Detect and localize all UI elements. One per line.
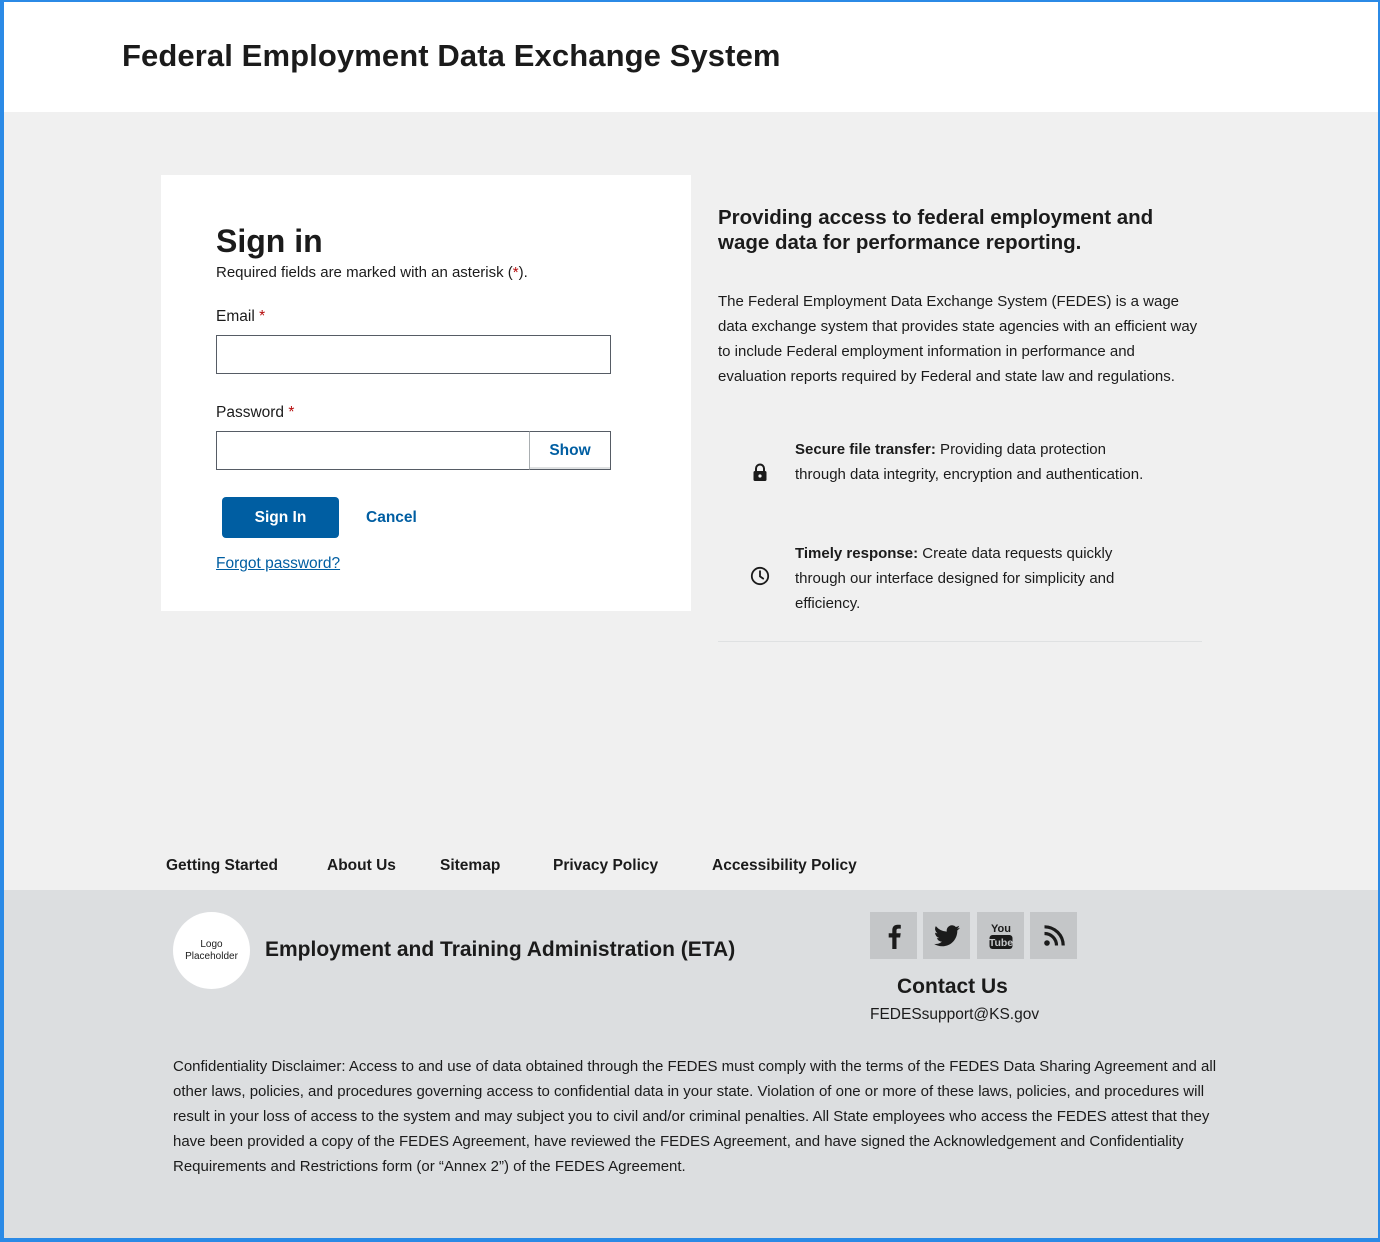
logo-placeholder: Logo Placeholder	[173, 912, 250, 989]
cancel-link[interactable]: Cancel	[366, 509, 417, 527]
info-panel: Providing access to federal employment a…	[718, 205, 1202, 612]
info-description: The Federal Employment Data Exchange Sys…	[718, 293, 1198, 385]
email-label: Email *	[216, 308, 265, 326]
signin-heading: Sign in	[216, 223, 323, 259]
footer-link-getting-started[interactable]: Getting Started	[166, 857, 278, 875]
password-label-text: Password	[216, 404, 285, 421]
footer-link-about-us[interactable]: About Us	[327, 857, 396, 875]
required-note-prefix: Required fields are marked with an aster…	[216, 264, 513, 281]
clock-icon	[750, 566, 770, 586]
required-note-suffix: ).	[518, 264, 528, 281]
lock-icon	[750, 462, 770, 482]
sign-in-button[interactable]: Sign In	[222, 497, 339, 538]
rss-icon[interactable]	[1030, 912, 1077, 959]
required-note: Required fields are marked with an aster…	[216, 264, 528, 281]
password-label: Password *	[216, 404, 294, 422]
forgot-password-link[interactable]: Forgot password?	[216, 555, 340, 573]
footer-link-accessibility-policy[interactable]: Accessibility Policy	[712, 857, 857, 875]
show-password-button[interactable]: Show	[529, 431, 611, 470]
footer-link-sitemap[interactable]: Sitemap	[440, 857, 500, 875]
contact-email[interactable]: FEDESsupport@KS.gov	[870, 1006, 1039, 1024]
feature-text: Timely response: Create data requests qu…	[795, 541, 1155, 616]
info-divider	[718, 641, 1202, 642]
footer-link-privacy-policy[interactable]: Privacy Policy	[553, 857, 658, 875]
agency-name: Employment and Training Administration (…	[265, 938, 736, 961]
twitter-icon[interactable]	[923, 912, 970, 959]
feature-title: Secure file transfer:	[795, 441, 936, 458]
info-heading: Providing access to federal employment a…	[718, 206, 1154, 254]
email-label-text: Email	[216, 308, 255, 325]
site-footer: Logo Placeholder Employment and Training …	[0, 890, 1380, 1242]
email-required-asterisk: *	[259, 308, 266, 325]
svg-text:You: You	[991, 923, 1011, 935]
contact-title: Contact Us	[897, 975, 1008, 998]
password-required-asterisk: *	[288, 404, 295, 421]
signin-card: Sign in Required fields are marked with …	[161, 175, 691, 611]
svg-text:Tube: Tube	[988, 937, 1012, 949]
password-field[interactable]	[216, 431, 530, 470]
site-header: Federal Employment Data Exchange System	[0, 0, 1380, 112]
email-field[interactable]	[216, 335, 611, 374]
site-title: Federal Employment Data Exchange System	[122, 38, 781, 73]
facebook-icon[interactable]	[870, 912, 917, 959]
feature-text: Secure file transfer: Providing data pro…	[795, 437, 1155, 487]
youtube-icon[interactable]: You Tube	[977, 912, 1024, 959]
confidentiality-disclaimer: Confidentiality Disclaimer: Access to an…	[173, 1058, 1217, 1175]
feature-title: Timely response:	[795, 545, 919, 562]
